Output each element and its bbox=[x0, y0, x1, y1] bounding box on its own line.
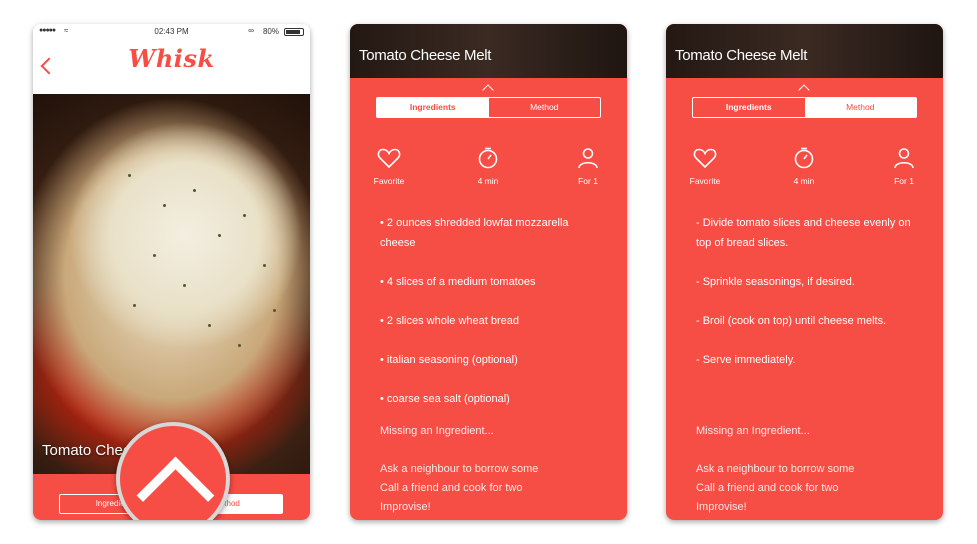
timer-icon bbox=[478, 147, 498, 169]
tab-ingredients[interactable]: Ingredients bbox=[377, 98, 489, 117]
battery-icon bbox=[284, 28, 304, 36]
battery-percent: 80% bbox=[262, 27, 279, 36]
missing-heading: Missing an Ingredient... bbox=[696, 425, 810, 437]
tip-item: Call a friend and cook for two bbox=[696, 482, 839, 494]
missing-tips: Ask a neighbour to borrow some Call a fr… bbox=[380, 460, 610, 517]
recipe-title: Tomato Cheese Melt bbox=[359, 47, 492, 64]
bluetooth-icon: ∞ bbox=[248, 26, 254, 35]
heart-icon bbox=[693, 148, 717, 169]
missing-tips: Ask a neighbour to borrow some Call a fr… bbox=[696, 460, 926, 517]
list-item: • 2 slices whole wheat bread bbox=[380, 314, 519, 327]
tab-ingredients[interactable]: Ingredients bbox=[693, 98, 805, 117]
segmented-control: Ingredients Method bbox=[692, 97, 917, 118]
chevron-up-icon[interactable] bbox=[798, 84, 810, 96]
list-item: • italian seasoning (optional) bbox=[380, 353, 518, 366]
recipe-title: Tomato Cheese Melt bbox=[675, 47, 808, 64]
time-info: 4 min bbox=[774, 147, 834, 186]
chevron-up-icon[interactable] bbox=[482, 84, 494, 96]
tip-item: Call a friend and cook for two bbox=[380, 482, 523, 494]
list-item: - Sprinkle seasonings, if desired. bbox=[696, 275, 855, 288]
timer-icon bbox=[794, 147, 814, 169]
method-screen: Tomato Cheese Melt Ingredients Method Fa… bbox=[666, 24, 943, 520]
tab-method[interactable]: Method bbox=[489, 98, 601, 117]
favorite-label: Favorite bbox=[373, 176, 405, 186]
list-item: • 4 slices of a medium tomatoes bbox=[380, 275, 536, 288]
serves-info: For 1 bbox=[874, 147, 934, 186]
time-info: 4 min bbox=[458, 147, 518, 186]
ingredients-screen: Tomato Cheese Melt Ingredients Method Fa… bbox=[350, 24, 627, 520]
recipe-header: Tomato Cheese Melt bbox=[350, 24, 627, 78]
tip-item: Improvise! bbox=[696, 501, 747, 513]
favorite-action[interactable]: Favorite bbox=[359, 147, 419, 186]
heart-icon bbox=[377, 148, 401, 169]
serves-label: For 1 bbox=[894, 176, 914, 186]
tip-item: Ask a neighbour to borrow some bbox=[696, 463, 855, 475]
tip-item: Ask a neighbour to borrow some bbox=[380, 463, 539, 475]
person-icon bbox=[578, 148, 598, 169]
missing-heading: Missing an Ingredient... bbox=[380, 425, 494, 437]
list-item: - Divide tomato slices and cheese evenly… bbox=[696, 217, 911, 249]
tab-method[interactable]: Method bbox=[804, 98, 916, 117]
list-item: - Serve immediately. bbox=[696, 353, 796, 366]
serves-info: For 1 bbox=[558, 147, 618, 186]
recipe-header: Tomato Cheese Melt bbox=[666, 24, 943, 78]
status-bar: ●●●●● ≈ 02:43 PM ∞ 80% bbox=[33, 24, 310, 40]
time-label: 4 min bbox=[793, 176, 815, 186]
recipe-photo-screen: ●●●●● ≈ 02:43 PM ∞ 80% Whisk Tomato Chee… bbox=[33, 24, 310, 520]
time-label: 4 min bbox=[477, 176, 499, 186]
list-item: • coarse sea salt (optional) bbox=[380, 392, 510, 405]
tip-item: Improvise! bbox=[380, 501, 431, 513]
app-logo: Whisk bbox=[128, 44, 215, 73]
ingredients-list: • 2 ounces shredded lowfat mozzarella ch… bbox=[380, 214, 600, 429]
list-item: - Broil (cook on top) until cheese melts… bbox=[696, 314, 887, 327]
chevron-up-icon bbox=[136, 456, 215, 520]
segmented-control: Ingredients Method bbox=[376, 97, 601, 118]
method-list: - Divide tomato slices and cheese evenly… bbox=[696, 214, 916, 390]
nav-bar: Whisk bbox=[33, 40, 310, 95]
list-item: • 2 ounces shredded lowfat mozzarella ch… bbox=[380, 217, 569, 249]
favorite-label: Favorite bbox=[689, 176, 721, 186]
person-icon bbox=[894, 148, 914, 169]
favorite-action[interactable]: Favorite bbox=[675, 147, 735, 186]
serves-label: For 1 bbox=[578, 176, 598, 186]
